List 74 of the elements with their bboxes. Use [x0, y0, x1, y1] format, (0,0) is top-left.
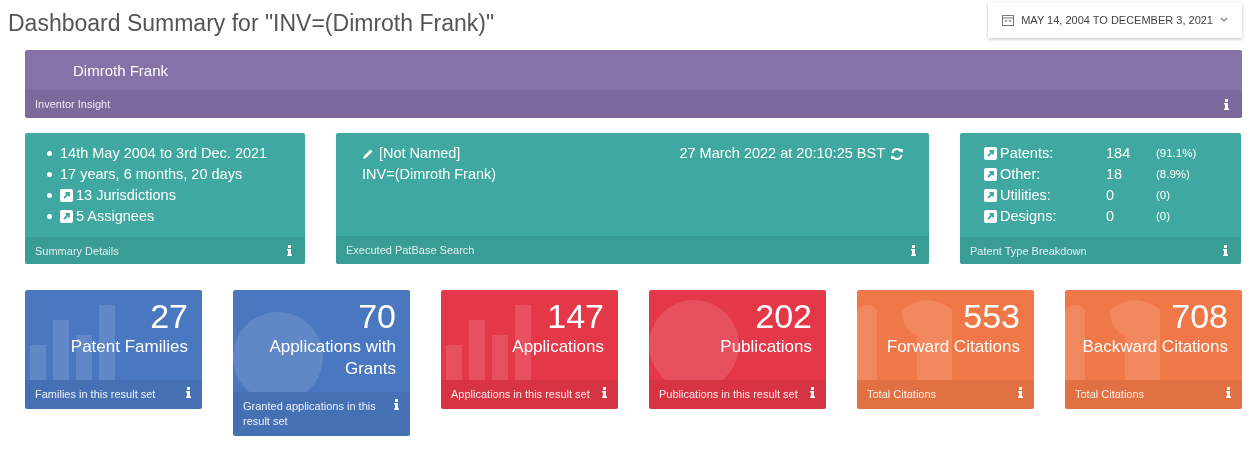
- stat-tile[interactable]: 202 Publications Publications in this result set: [649, 290, 826, 409]
- stat-label: Patent Families: [70, 336, 188, 358]
- bullet-icon: [47, 151, 52, 156]
- external-link-icon[interactable]: [984, 147, 997, 160]
- tile-caption: Total Citations: [1075, 387, 1145, 402]
- info-icon[interactable]: [807, 387, 818, 398]
- external-link-icon[interactable]: [984, 168, 997, 181]
- summary-item: 17 years, 6 months, 20 days: [60, 165, 243, 184]
- info-icon[interactable]: [284, 245, 295, 256]
- stat-tile[interactable]: 708 Backward Citations Total Citations: [1065, 290, 1242, 409]
- tile-caption: Applications in this result set: [451, 387, 590, 402]
- type-label[interactable]: Other:: [1000, 164, 1041, 185]
- type-share: (0): [1156, 188, 1172, 203]
- summary-item: 14th May 2004 to 3rd Dec. 2021: [60, 144, 268, 163]
- type-count: 18: [1106, 165, 1124, 184]
- type-share: (0): [1156, 209, 1172, 224]
- card-caption: Patent Type Breakdown: [970, 244, 1087, 257]
- info-icon[interactable]: [1223, 387, 1234, 398]
- stat-value: 553: [963, 296, 1020, 336]
- bullet-icon: [47, 193, 52, 198]
- refresh-icon[interactable]: [890, 146, 904, 161]
- stat-label: Forward Citations: [886, 336, 1020, 358]
- stat-label: Publications: [720, 336, 812, 358]
- caret-icon: [1220, 17, 1228, 23]
- stat-label: Applications: [512, 336, 604, 358]
- card-caption: Executed PatBase Search: [346, 244, 475, 256]
- tile-caption: Publications in this result set: [659, 387, 798, 402]
- stat-value: 147: [547, 296, 604, 336]
- search-query: INV=(Dimroth Frank): [362, 165, 497, 184]
- summary-item[interactable]: 13 Jurisdictions: [76, 185, 176, 206]
- stat-tile[interactable]: 553 Forward Citations Total Citations: [857, 290, 1034, 409]
- search-timestamp: 27 March 2022 at 20:10:25 BST: [679, 144, 885, 163]
- stat-label: Applications with Grants: [268, 336, 396, 380]
- type-label[interactable]: Utilities:: [1000, 185, 1051, 206]
- bullet-icon: [47, 172, 52, 177]
- type-share: (8.9%): [1156, 167, 1191, 182]
- info-icon[interactable]: [1015, 387, 1026, 398]
- stat-tile[interactable]: 70 Applications with Grants Granted applications in this result set: [233, 290, 410, 436]
- external-link-icon[interactable]: [984, 210, 997, 223]
- external-link-icon[interactable]: [60, 210, 73, 223]
- info-icon[interactable]: [908, 244, 919, 256]
- external-link-icon[interactable]: [60, 189, 73, 202]
- page-title: Dashboard Summary for "INV=(Dimroth Frank)": [8, 10, 495, 37]
- inventor-name: Dimroth Frank: [73, 62, 169, 79]
- bullet-icon: [47, 214, 52, 219]
- stat-value: 27: [150, 296, 188, 336]
- info-icon[interactable]: [1220, 245, 1231, 256]
- type-label[interactable]: Patents:: [1000, 143, 1054, 164]
- type-count: 0: [1106, 207, 1116, 226]
- external-link-icon[interactable]: [984, 189, 997, 202]
- stat-value: 708: [1171, 296, 1228, 336]
- stat-tile[interactable]: 27 Patent Families Families in this result set: [25, 290, 202, 409]
- info-icon[interactable]: [183, 387, 194, 398]
- type-share: (91.1%): [1156, 146, 1198, 161]
- search-name: [Not Named]: [379, 144, 461, 163]
- stat-value: 202: [755, 296, 812, 336]
- panel-caption: Inventor Insight: [35, 98, 111, 110]
- calendar-icon: [1002, 14, 1015, 26]
- tile-caption: Families in this result set: [35, 387, 156, 402]
- stat-tile[interactable]: 147 Applications Applications in this result set: [441, 290, 618, 409]
- type-label[interactable]: Designs:: [1000, 206, 1057, 227]
- type-count: 184: [1106, 144, 1132, 163]
- tile-caption: Granted applications in this result set: [243, 399, 377, 429]
- info-icon[interactable]: [391, 399, 402, 410]
- date-range-picker[interactable]: MAY 14, 2004 TO DECEMBER 3, 2021: [988, 2, 1242, 38]
- pencil-icon[interactable]: [362, 147, 374, 160]
- stat-label: Backward Citations: [1082, 336, 1228, 358]
- stat-value: 70: [358, 296, 396, 336]
- tile-caption: Total Citations: [867, 387, 937, 402]
- type-count: 0: [1106, 186, 1116, 205]
- info-icon[interactable]: [599, 387, 610, 398]
- info-icon[interactable]: [1221, 98, 1232, 110]
- card-caption: Summary Details: [35, 244, 119, 257]
- summary-item[interactable]: 5 Assignees: [76, 206, 155, 227]
